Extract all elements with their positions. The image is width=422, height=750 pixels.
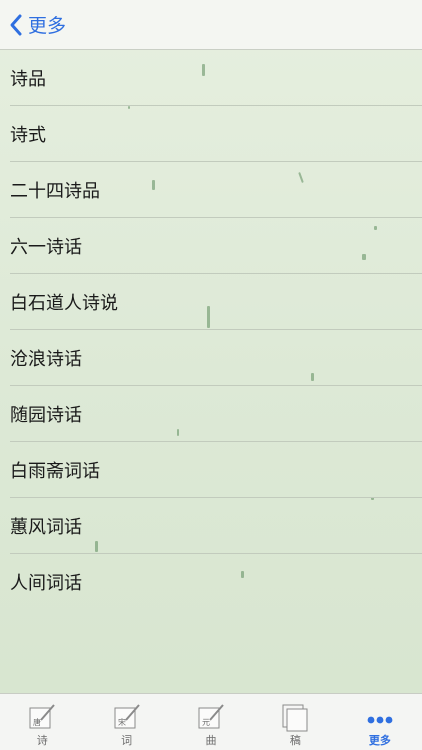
tab-label: 曲 [205,734,217,747]
tab-icon-char: 元 [202,718,210,727]
tab-bar: 唐 诗 宋 词 元 曲 稿 更多 [0,693,422,750]
book-list: 诗品 诗式 二十四诗品 六一诗话 白石道人诗说 沧浪诗话 随园诗话 白雨斋词话 … [0,50,422,610]
list-item[interactable]: 诗品 [0,50,422,106]
tab-gao[interactable]: 稿 [253,694,337,750]
list-item[interactable]: 诗式 [0,106,422,162]
list-item[interactable]: 白石道人诗说 [0,274,422,330]
list-item[interactable]: 六一诗话 [0,218,422,274]
list-item[interactable]: 随园诗话 [0,386,422,442]
tab-more[interactable]: 更多 [338,694,422,750]
tab-icon-char: 唐 [33,717,41,727]
tab-ci[interactable]: 宋 词 [84,694,168,750]
navigation-bar: 更多 [0,0,422,50]
list-item[interactable]: 沧浪诗话 [0,330,422,386]
tab-label: 更多 [368,734,391,747]
tab-label: 稿 [289,734,301,747]
tab-label: 诗 [36,734,48,747]
pencil-paper-icon: 宋 [114,704,140,729]
tab-qu[interactable]: 元 曲 [169,694,253,750]
stacked-pages-icon [282,704,308,732]
pencil-paper-icon: 元 [198,704,224,729]
pencil-paper-icon: 唐 [29,704,55,729]
back-button[interactable]: 更多 [0,0,66,49]
list-item[interactable]: 蕙风词话 [0,498,422,554]
list-item[interactable]: 人间词话 [0,554,422,610]
tab-icon-char: 宋 [118,717,126,727]
back-label: 更多 [28,15,67,37]
list-item[interactable]: 二十四诗品 [0,162,422,218]
list-item[interactable]: 白雨斋词话 [0,442,422,498]
tab-label: 词 [121,734,133,747]
tab-shi[interactable]: 唐 诗 [0,694,84,750]
more-dots-icon [367,716,393,724]
chevron-left-icon [10,14,22,35]
